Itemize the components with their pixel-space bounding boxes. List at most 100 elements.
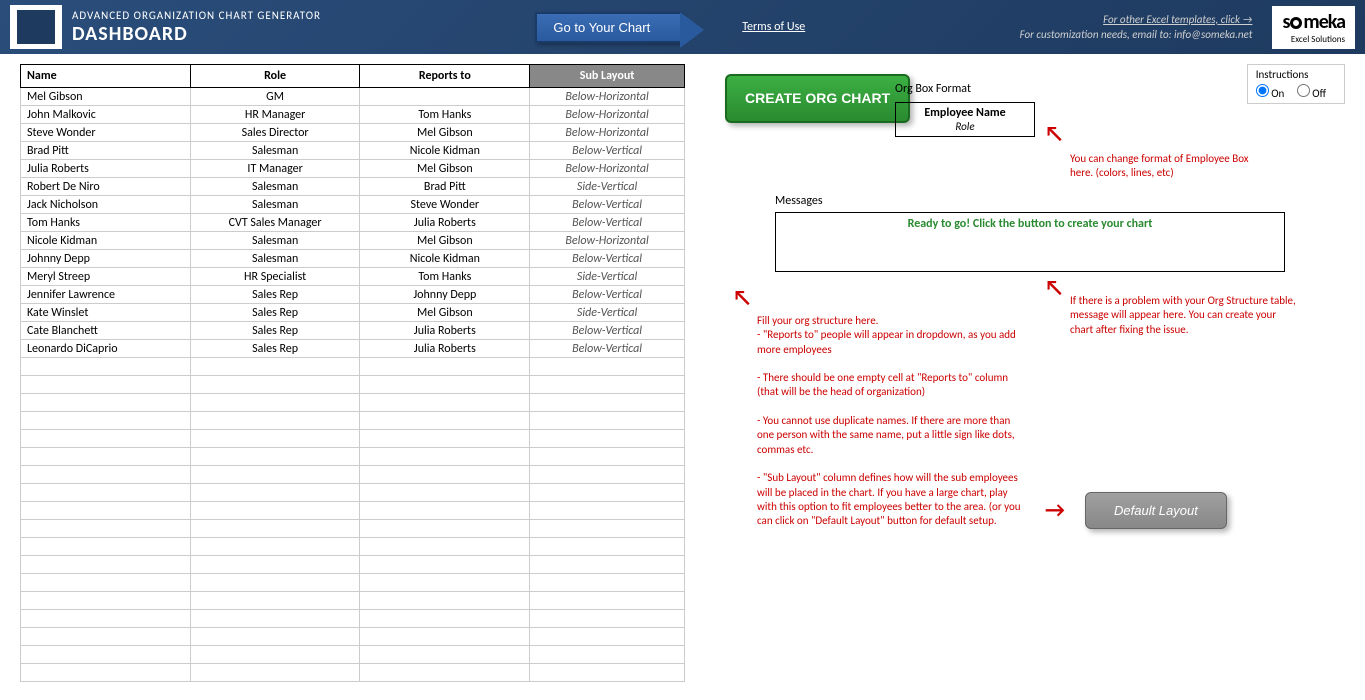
cell-name[interactable]: Johnny Depp	[21, 250, 191, 268]
table-row[interactable]: Mel Gibson GM Below-Horizontal	[21, 88, 685, 106]
cell-role[interactable]: Salesman	[190, 250, 360, 268]
cell-layout[interactable]: Below-Vertical	[530, 322, 685, 340]
table-row-empty[interactable]	[21, 412, 685, 430]
cell-layout[interactable]: Below-Vertical	[530, 196, 685, 214]
table-row-empty[interactable]	[21, 646, 685, 664]
cell-layout[interactable]: Below-Horizontal	[530, 106, 685, 124]
table-row-empty[interactable]	[21, 358, 685, 376]
default-layout-button[interactable]: Default Layout	[1085, 492, 1227, 529]
cell-layout[interactable]: Below-Horizontal	[530, 232, 685, 250]
cell-role[interactable]: Sales Rep	[190, 340, 360, 358]
instructions-off[interactable]: Off	[1297, 87, 1326, 100]
cell-name[interactable]: John Malkovic	[21, 106, 191, 124]
cell-reports[interactable]: Mel Gibson	[360, 124, 530, 142]
instructions-on-radio[interactable]	[1256, 84, 1269, 97]
cell-reports[interactable]: Mel Gibson	[360, 304, 530, 322]
table-row[interactable]: Julia Roberts IT Manager Mel Gibson Belo…	[21, 160, 685, 178]
cell-name[interactable]: Steve Wonder	[21, 124, 191, 142]
cell-role[interactable]: Salesman	[190, 196, 360, 214]
cell-role[interactable]: Sales Rep	[190, 286, 360, 304]
cell-layout[interactable]: Below-Vertical	[530, 286, 685, 304]
cell-layout[interactable]: Below-Horizontal	[530, 124, 685, 142]
cell-name[interactable]: Tom Hanks	[21, 214, 191, 232]
table-row-empty[interactable]	[21, 484, 685, 502]
cell-reports[interactable]: Nicole Kidman	[360, 142, 530, 160]
cell-reports[interactable]: Julia Roberts	[360, 322, 530, 340]
cell-reports[interactable]: Mel Gibson	[360, 160, 530, 178]
cell-name[interactable]: Leonardo DiCaprio	[21, 340, 191, 358]
cell-reports[interactable]: Tom Hanks	[360, 106, 530, 124]
create-org-chart-button[interactable]: CREATE ORG CHART	[725, 74, 910, 123]
cell-role[interactable]: Salesman	[190, 232, 360, 250]
table-row[interactable]: Robert De Niro Salesman Brad Pitt Side-V…	[21, 178, 685, 196]
table-row-empty[interactable]	[21, 556, 685, 574]
table-row-empty[interactable]	[21, 502, 685, 520]
cell-name[interactable]: Brad Pitt	[21, 142, 191, 160]
cell-name[interactable]: Jennifer Lawrence	[21, 286, 191, 304]
cell-layout[interactable]: Below-Vertical	[530, 250, 685, 268]
table-row[interactable]: Brad Pitt Salesman Nicole Kidman Below-V…	[21, 142, 685, 160]
table-row-empty[interactable]	[21, 628, 685, 646]
table-row[interactable]: Kate Winslet Sales Rep Mel Gibson Side-V…	[21, 304, 685, 322]
cell-reports[interactable]: Tom Hanks	[360, 268, 530, 286]
cell-name[interactable]: Jack Nicholson	[21, 196, 191, 214]
cell-role[interactable]: Sales Director	[190, 124, 360, 142]
cell-name[interactable]: Kate Winslet	[21, 304, 191, 322]
table-row[interactable]: Nicole Kidman Salesman Mel Gibson Below-…	[21, 232, 685, 250]
goto-chart-button[interactable]: Go to Your Chart	[535, 12, 682, 43]
cell-role[interactable]: HR Specialist	[190, 268, 360, 286]
instructions-off-radio[interactable]	[1297, 84, 1310, 97]
cell-name[interactable]: Mel Gibson	[21, 88, 191, 106]
table-row[interactable]: Steve Wonder Sales Director Mel Gibson B…	[21, 124, 685, 142]
cell-role[interactable]: HR Manager	[190, 106, 360, 124]
table-row[interactable]: Meryl Streep HR Specialist Tom Hanks Sid…	[21, 268, 685, 286]
cell-reports[interactable]: Nicole Kidman	[360, 250, 530, 268]
cell-role[interactable]: Sales Rep	[190, 304, 360, 322]
click-link[interactable]: click →	[1221, 13, 1253, 26]
cell-layout[interactable]: Below-Vertical	[530, 340, 685, 358]
cell-name[interactable]: Nicole Kidman	[21, 232, 191, 250]
cell-role[interactable]: Sales Rep	[190, 322, 360, 340]
table-row-empty[interactable]	[21, 520, 685, 538]
table-row-empty[interactable]	[21, 664, 685, 682]
cell-reports[interactable]: Mel Gibson	[360, 232, 530, 250]
cell-layout[interactable]: Side-Vertical	[530, 304, 685, 322]
cell-layout[interactable]: Side-Vertical	[530, 268, 685, 286]
table-row-empty[interactable]	[21, 430, 685, 448]
terms-link[interactable]: Terms of Use	[742, 20, 805, 34]
cell-name[interactable]: Cate Blanchett	[21, 322, 191, 340]
table-row-empty[interactable]	[21, 610, 685, 628]
instructions-on[interactable]: On	[1256, 87, 1285, 100]
table-row[interactable]: John Malkovic HR Manager Tom Hanks Below…	[21, 106, 685, 124]
table-row-empty[interactable]	[21, 448, 685, 466]
table-row[interactable]: Jennifer Lawrence Sales Rep Johnny Depp …	[21, 286, 685, 304]
table-row-empty[interactable]	[21, 574, 685, 592]
cell-role[interactable]: IT Manager	[190, 160, 360, 178]
table-row[interactable]: Johnny Depp Salesman Nicole Kidman Below…	[21, 250, 685, 268]
table-row[interactable]: Tom Hanks CVT Sales Manager Julia Robert…	[21, 214, 685, 232]
cell-name[interactable]: Robert De Niro	[21, 178, 191, 196]
cell-role[interactable]: Salesman	[190, 142, 360, 160]
org-data-table[interactable]: Name Role Reports to Sub Layout Mel Gibs…	[20, 64, 685, 682]
table-row-empty[interactable]	[21, 466, 685, 484]
cell-layout[interactable]: Below-Horizontal	[530, 88, 685, 106]
cell-role[interactable]: Salesman	[190, 178, 360, 196]
table-row[interactable]: Leonardo DiCaprio Sales Rep Julia Robert…	[21, 340, 685, 358]
cell-reports[interactable]: Julia Roberts	[360, 340, 530, 358]
cell-reports[interactable]: Steve Wonder	[360, 196, 530, 214]
cell-reports[interactable]: Johnny Depp	[360, 286, 530, 304]
table-row-empty[interactable]	[21, 592, 685, 610]
cell-layout[interactable]: Below-Vertical	[530, 214, 685, 232]
table-row-empty[interactable]	[21, 538, 685, 556]
orgbox-format-preview[interactable]: Employee Name Role	[895, 102, 1035, 137]
cell-name[interactable]: Meryl Streep	[21, 268, 191, 286]
table-row[interactable]: Cate Blanchett Sales Rep Julia Roberts B…	[21, 322, 685, 340]
cell-reports[interactable]: Julia Roberts	[360, 214, 530, 232]
table-row-empty[interactable]	[21, 376, 685, 394]
cell-reports[interactable]: Brad Pitt	[360, 178, 530, 196]
cell-layout[interactable]: Side-Vertical	[530, 178, 685, 196]
cell-layout[interactable]: Below-Vertical	[530, 142, 685, 160]
table-row-empty[interactable]	[21, 394, 685, 412]
cell-name[interactable]: Julia Roberts	[21, 160, 191, 178]
table-row[interactable]: Jack Nicholson Salesman Steve Wonder Bel…	[21, 196, 685, 214]
